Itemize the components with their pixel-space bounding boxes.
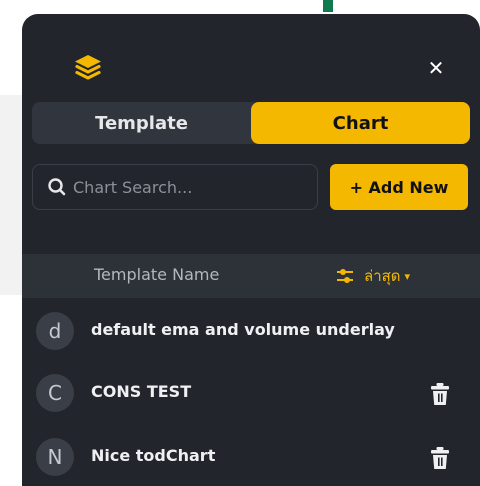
background-mark bbox=[323, 0, 333, 12]
search-icon bbox=[48, 178, 66, 196]
template-list-item[interactable]: d default ema and volume underlay bbox=[22, 302, 480, 360]
tab-bar: Template Chart bbox=[32, 102, 470, 144]
sort-dropdown[interactable]: ล่าสุด ▾ bbox=[336, 263, 410, 289]
template-name: Nice todChart bbox=[91, 446, 216, 465]
template-name: default ema and volume underlay bbox=[91, 320, 395, 339]
background-strip bbox=[0, 95, 22, 295]
tab-chart[interactable]: Chart bbox=[251, 102, 470, 144]
close-button[interactable]: ✕ bbox=[422, 54, 450, 82]
chevron-down-icon: ▾ bbox=[404, 269, 411, 283]
tab-template[interactable]: Template bbox=[32, 102, 251, 144]
template-panel: ✕ Template Chart + Add New Template Name… bbox=[22, 14, 480, 486]
search-input[interactable] bbox=[73, 177, 293, 197]
template-list-item[interactable]: C CONS TEST bbox=[22, 364, 480, 422]
template-list-item[interactable]: N Nice todChart bbox=[22, 428, 480, 486]
avatar: C bbox=[36, 374, 74, 412]
avatar: N bbox=[36, 438, 74, 476]
column-template-name: Template Name bbox=[94, 265, 220, 284]
add-new-button[interactable]: + Add New bbox=[330, 164, 468, 210]
close-icon: ✕ bbox=[427, 56, 445, 80]
trash-icon[interactable] bbox=[430, 382, 450, 406]
list-header: Template Name ล่าสุด ▾ bbox=[22, 254, 480, 298]
template-name: CONS TEST bbox=[91, 382, 192, 401]
sort-label: ล่าสุด bbox=[364, 267, 401, 285]
search-box[interactable] bbox=[32, 164, 318, 210]
sort-sliders-icon bbox=[337, 269, 353, 283]
avatar: d bbox=[36, 312, 74, 350]
layers-logo-icon bbox=[75, 55, 101, 80]
trash-icon[interactable] bbox=[430, 446, 450, 470]
